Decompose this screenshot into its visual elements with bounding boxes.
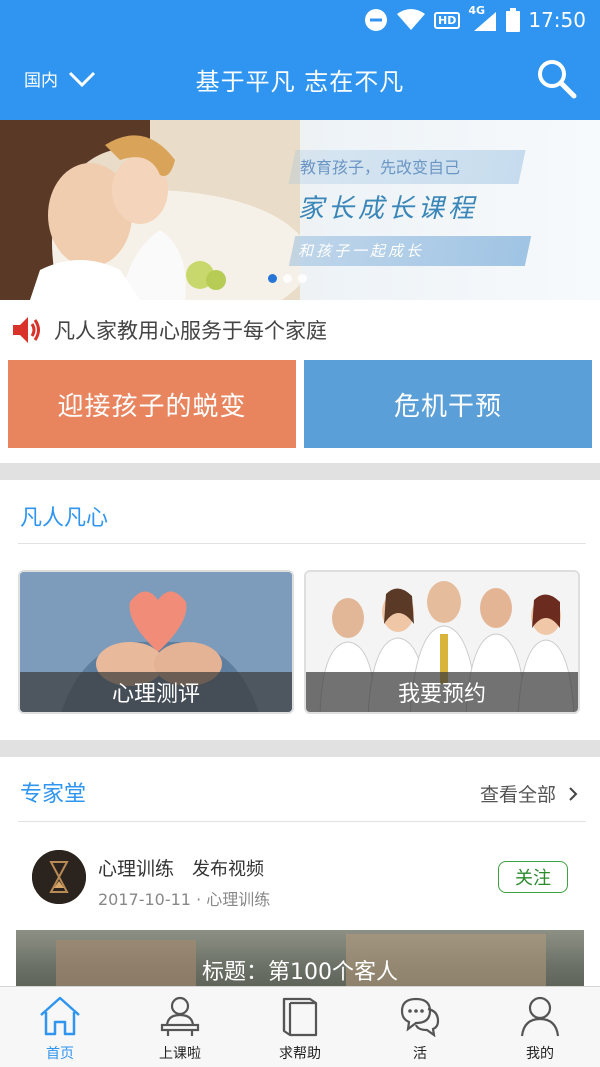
do-not-disturb-icon [365, 9, 388, 31]
status-bar: HD 4G 17:50 [0, 0, 600, 40]
cell-signal-icon: 4G [468, 4, 498, 32]
home-icon [40, 996, 80, 1036]
top-bar: HD 4G 17:50 国内 基于平凡 志在不凡 [0, 0, 600, 120]
chat-icon [400, 997, 440, 1037]
tile-caption: 心理测评 [20, 672, 292, 712]
avatar[interactable] [32, 850, 86, 904]
banner-tagline: 和孩子一起成长 [298, 242, 425, 260]
section-title-experts: 专家堂 [20, 782, 87, 807]
tile-caption: 我要预约 [306, 672, 578, 712]
tab-class[interactable]: 上课啦 [120, 987, 240, 1067]
page-title: 基于平凡 志在不凡 [195, 68, 405, 96]
expert-post[interactable]: 心理训练 发布视频 2017-10-11 · 心理训练 关注 [0, 840, 600, 920]
tab-label: 上课啦 [159, 1046, 201, 1062]
banner-subtitle: 教育孩子，先改变自己 [300, 158, 461, 177]
tab-label: 活 [413, 1046, 427, 1062]
section-divider [0, 463, 600, 480]
view-all-label: 查看全部 [479, 784, 556, 806]
class-icon [160, 996, 200, 1036]
status-icons: HD 4G 17:50 [364, 4, 586, 34]
view-all-link[interactable]: 查看全部 [480, 780, 578, 807]
tab-activity[interactable]: 活 [360, 987, 480, 1067]
hd-badge: HD [434, 11, 461, 29]
section-rule [18, 543, 586, 544]
section-rule [18, 821, 586, 822]
book-icon [282, 997, 318, 1037]
mother-child-photo [0, 120, 300, 300]
post-meta: 2017-10-11 · 心理训练 [98, 890, 271, 909]
carousel-dot[interactable] [298, 274, 307, 283]
section-title-fanren: 凡人凡心 [20, 506, 109, 531]
bottom-tab-bar: 首页 上课啦 求帮助 活 我的 [0, 986, 600, 1067]
tab-help[interactable]: 求帮助 [240, 987, 360, 1067]
child-transformation-button[interactable]: 迎接孩子的蜕变 [8, 360, 296, 448]
carousel-indicator[interactable] [268, 274, 307, 283]
wifi-icon [397, 9, 426, 30]
promo-banner[interactable]: 教育孩子，先改变自己 家长成长课程 和孩子一起成长 [0, 120, 600, 300]
hourglass-icon [32, 850, 86, 904]
carousel-dot[interactable] [283, 274, 292, 283]
search-icon[interactable] [534, 56, 578, 100]
battery-icon [506, 8, 521, 32]
tab-label: 首页 [46, 1046, 74, 1062]
tab-label: 求帮助 [279, 1046, 321, 1062]
chevron-right-icon [569, 786, 578, 801]
tab-home[interactable]: 首页 [0, 987, 120, 1067]
announcement-text: 凡人家教用心服务于每个家庭 [54, 319, 327, 343]
app-header: 国内 基于平凡 志在不凡 [0, 40, 600, 120]
speaker-icon [13, 317, 40, 343]
tile-make-appointment[interactable]: 我要预约 [304, 570, 580, 714]
post-author[interactable]: 心理训练 [98, 854, 174, 881]
announcement-bar[interactable]: 凡人家教用心服务于每个家庭 [0, 300, 600, 360]
crisis-intervention-button[interactable]: 危机干预 [304, 360, 592, 448]
video-thumbnail[interactable]: 标题：第100个客人 [16, 930, 584, 990]
section-divider [0, 740, 600, 757]
carousel-dot[interactable] [268, 274, 277, 283]
banner-headline: 家长成长课程 [298, 194, 479, 224]
post-action: 发布视频 [192, 859, 264, 880]
tile-psych-assessment[interactable]: 心理测评 [18, 570, 294, 714]
tab-label: 我的 [526, 1046, 554, 1062]
profile-icon [520, 996, 560, 1037]
video-title: 标题：第100个客人 [202, 960, 398, 985]
status-time: 17:50 [528, 8, 586, 32]
follow-button[interactable]: 关注 [498, 861, 568, 893]
tab-profile[interactable]: 我的 [480, 987, 600, 1067]
